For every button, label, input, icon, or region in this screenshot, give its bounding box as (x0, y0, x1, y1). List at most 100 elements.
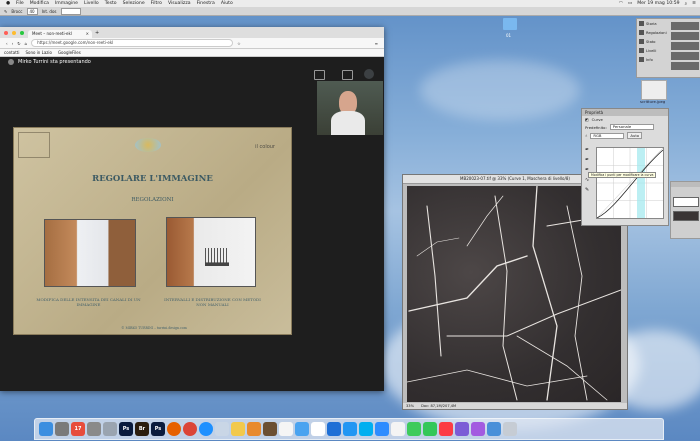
more-options-icon[interactable] (364, 69, 374, 79)
chrome-icon[interactable] (183, 422, 197, 436)
menu-visualizza[interactable]: Visualizza (168, 1, 191, 6)
back-icon[interactable]: ‹ (6, 41, 8, 46)
bookmarks-bar: contatti Sono in Lazio GoogleFiles (0, 49, 384, 57)
textedit-icon[interactable] (279, 422, 293, 436)
menu-file[interactable]: File (16, 1, 24, 6)
zoom-icon[interactable] (375, 422, 389, 436)
keynote-icon[interactable] (327, 422, 341, 436)
rocket-icon[interactable] (103, 422, 117, 436)
safari-icon[interactable] (199, 422, 213, 436)
reload-icon[interactable]: ↻ (17, 41, 20, 46)
photos-icon[interactable] (391, 422, 405, 436)
pages-icon[interactable] (311, 422, 325, 436)
screenshot-thumbnail-right (166, 217, 256, 287)
firefox-icon[interactable] (167, 422, 181, 436)
curve-graph[interactable] (596, 147, 664, 219)
file-thumbnail[interactable] (641, 80, 667, 100)
dictionary-icon[interactable] (263, 422, 277, 436)
minimize-window-icon[interactable] (12, 31, 16, 35)
preset-dropdown[interactable]: Personale (609, 124, 654, 130)
star-icon[interactable]: ☆ (237, 41, 241, 46)
search-icon[interactable]: ⌕ (685, 1, 688, 7)
tooltip: Modifica i punti per modificare la curva (588, 172, 657, 178)
bookmark-item[interactable]: GoogleFiles (58, 50, 81, 55)
launchpad-icon[interactable] (55, 422, 69, 436)
apple-icon[interactable]: ● (6, 1, 10, 6)
layer-row-curves[interactable] (673, 197, 699, 207)
close-tab-icon[interactable]: × (86, 30, 89, 38)
layers-icon (639, 48, 644, 53)
maximize-window-icon[interactable] (20, 31, 24, 35)
notes-icon[interactable] (231, 422, 245, 436)
calendar-icon[interactable]: 17 (71, 422, 85, 436)
participant-video[interactable] (317, 81, 383, 135)
doc-size-info: Doc: 87,1M/207,4M (421, 404, 457, 408)
menu-list-icon[interactable]: ≡ (692, 1, 696, 7)
mail-icon[interactable] (295, 422, 309, 436)
chat-icon[interactable] (342, 70, 353, 80)
adjustments-icon (639, 30, 644, 35)
music-icon[interactable] (439, 422, 453, 436)
status-icon (639, 39, 644, 44)
eyedropper-black-icon[interactable]: ✒ (585, 147, 589, 153)
trash-icon[interactable] (503, 422, 517, 436)
layers-header[interactable] (671, 182, 700, 187)
layout-icon[interactable] (314, 70, 325, 80)
menu-aiuto[interactable]: Aiuto (221, 1, 233, 6)
facetime-icon[interactable] (423, 422, 437, 436)
podcasts-icon[interactable] (471, 422, 485, 436)
app-folder-icon[interactable] (455, 422, 469, 436)
layer-row-image[interactable] (673, 211, 699, 221)
close-window-icon[interactable] (4, 31, 8, 35)
menu-modifica[interactable]: Modifica (30, 1, 49, 6)
browser-window: Meet – non-reeti-ekl × + ‹ › ↻ ⌂ https:/… (0, 27, 384, 391)
menu-selezione[interactable]: Selezione (123, 1, 145, 6)
preset-row: Predefinito: Personale (582, 123, 668, 131)
slide-subtitle: REGOLAZIONI (131, 197, 174, 203)
bookmark-item[interactable]: Sono in Lazio (25, 50, 52, 55)
menu-testo[interactable]: Testo (105, 1, 117, 6)
battery-icon[interactable]: ▭ (628, 1, 632, 7)
new-tab-icon[interactable]: + (95, 30, 99, 36)
hand-tool-icon[interactable]: ☝ (585, 133, 587, 138)
photoshop-icon[interactable]: Ps (119, 422, 133, 436)
zoom-level[interactable]: 33% (406, 404, 414, 408)
menu-immagine[interactable]: Immagine (55, 1, 78, 6)
brush-icon[interactable]: ✎ (4, 9, 7, 14)
menu-icon[interactable]: ≡ (375, 41, 378, 46)
document-status-bar: 33% Doc: 87,1M/207,4M (403, 403, 627, 409)
channel-dropdown[interactable]: RGB (590, 132, 625, 139)
photoshop-2-icon[interactable]: Ps (151, 422, 165, 436)
caption-left: MODIFICA DELLE INTENSITA DEI CANALI DI U… (36, 297, 141, 307)
address-field[interactable]: https://meet.google.com/non-reeti-ekl (31, 39, 234, 47)
swatch-strip[interactable] (671, 22, 699, 70)
tab-meet[interactable]: Meet – non-reeti-ekl × (28, 30, 92, 38)
url-bar: ‹ › ↻ ⌂ https://meet.google.com/non-reet… (0, 38, 384, 49)
preview-icon[interactable] (215, 422, 229, 436)
bridge-icon[interactable]: Br (135, 422, 149, 436)
panel-name: Curve (591, 117, 603, 122)
bookmark-item[interactable]: contatti (4, 50, 19, 55)
auto-button[interactable]: Auto (627, 132, 643, 139)
folder-icon[interactable] (503, 18, 517, 30)
app-store-icon[interactable] (343, 422, 357, 436)
books-icon[interactable] (247, 422, 261, 436)
finder-icon[interactable] (39, 422, 53, 436)
menu-finestra[interactable]: Finestra (197, 1, 215, 6)
properties-header[interactable]: Proprietà (582, 109, 668, 116)
opacity-field[interactable] (60, 7, 81, 15)
brush-size-field[interactable]: 40 (26, 7, 38, 15)
forward-icon[interactable]: › (12, 41, 14, 46)
wifi-icon[interactable]: ◠ (619, 1, 623, 7)
messages-icon[interactable] (407, 422, 421, 436)
menu-filtro[interactable]: Filtro (151, 1, 162, 6)
pencil-curve-icon[interactable]: ✎ (585, 187, 589, 193)
menu-livello[interactable]: Livello (84, 1, 99, 6)
eyedropper-gray-icon[interactable]: ✒ (585, 157, 589, 163)
home-icon[interactable]: ⌂ (25, 41, 28, 46)
screen-sharing-icon[interactable] (487, 422, 501, 436)
clock[interactable]: Mer 19 mag 10:59 (637, 1, 679, 7)
layers-panel (670, 181, 700, 239)
skype-icon[interactable] (359, 422, 373, 436)
system-preferences-icon[interactable] (87, 422, 101, 436)
